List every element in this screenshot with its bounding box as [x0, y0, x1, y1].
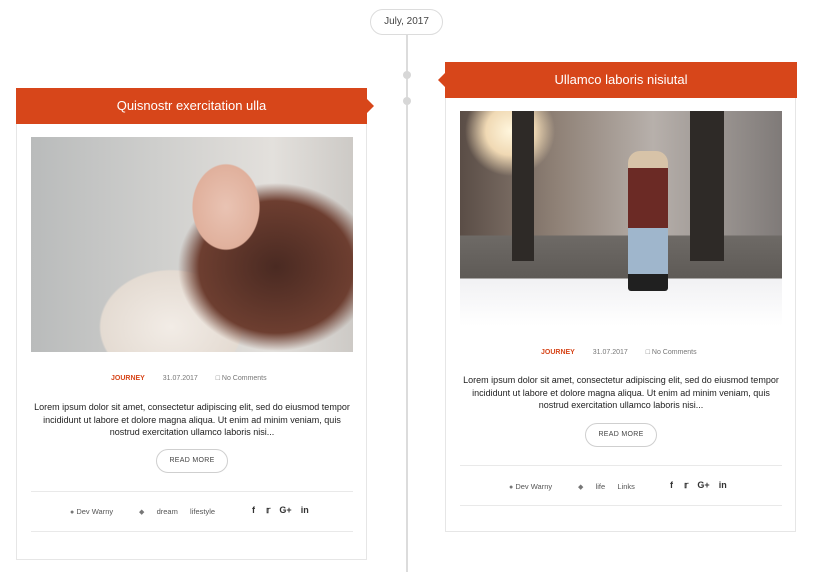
tree — [690, 111, 724, 261]
post-tags: ◆ dream lifestyle — [139, 507, 215, 516]
tag-link[interactable]: life — [596, 482, 606, 491]
divider — [460, 465, 782, 466]
facebook-icon[interactable]: f — [252, 505, 255, 515]
post-image[interactable] — [460, 111, 782, 326]
post-author[interactable]: ● Dev Warny — [70, 507, 113, 516]
post-title[interactable]: Ullamco laboris nisiutal — [438, 62, 797, 98]
post-category[interactable]: JOURNEY — [541, 349, 575, 356]
post-category[interactable]: JOURNEY — [111, 375, 145, 382]
post-meta: JOURNEY 31.07.2017 □ No Comments — [111, 375, 281, 382]
divider — [31, 531, 353, 532]
user-icon: ● — [509, 484, 514, 491]
tag-link[interactable]: dream — [157, 507, 178, 516]
tag-link[interactable]: lifestyle — [190, 507, 215, 516]
comment-icon: □ — [215, 375, 220, 382]
post-date: 31.07.2017 — [162, 375, 198, 382]
tag-icon: ◆ — [578, 484, 584, 491]
google-plus-icon[interactable]: G+ — [279, 505, 291, 515]
twitter-icon[interactable]: 𝕣 — [266, 505, 270, 515]
user-icon: ● — [70, 509, 75, 516]
timeline-dot — [403, 71, 411, 79]
social-links: f 𝕣 G+ in — [670, 480, 727, 491]
read-more-button[interactable]: READ MORE — [156, 449, 228, 473]
timeline-date: July, 2017 — [370, 9, 443, 35]
comment-icon: □ — [645, 349, 650, 356]
post-tags: ◆ life Links — [578, 482, 635, 491]
divider — [31, 491, 353, 492]
timeline-line — [406, 33, 408, 572]
post-meta: JOURNEY 31.07.2017 □ No Comments — [541, 349, 711, 356]
facebook-icon[interactable]: f — [670, 480, 673, 490]
linkedin-icon[interactable]: in — [301, 505, 309, 515]
tree — [512, 111, 534, 261]
post-date: 31.07.2017 — [592, 349, 628, 356]
post-excerpt: Lorem ipsum dolor sit amet, consectetur … — [34, 402, 350, 437]
post-excerpt: Lorem ipsum dolor sit amet, consectetur … — [463, 375, 779, 410]
divider — [460, 505, 782, 506]
post-title[interactable]: Quisnostr exercitation ulla — [16, 88, 374, 124]
post-author[interactable]: ● Dev Warny — [509, 482, 552, 491]
post-image[interactable] — [31, 137, 353, 352]
linkedin-icon[interactable]: in — [719, 480, 727, 490]
twitter-icon[interactable]: 𝕣 — [684, 480, 688, 490]
social-links: f 𝕣 G+ in — [252, 505, 309, 516]
timeline-dot — [403, 97, 411, 105]
tag-icon: ◆ — [139, 509, 145, 516]
google-plus-icon[interactable]: G+ — [697, 480, 709, 490]
post-comments[interactable]: No Comments — [222, 375, 267, 382]
read-more-button[interactable]: READ MORE — [585, 423, 657, 447]
post-comments[interactable]: No Comments — [652, 349, 697, 356]
person-figure — [628, 151, 668, 291]
tag-link[interactable]: Links — [617, 482, 635, 491]
